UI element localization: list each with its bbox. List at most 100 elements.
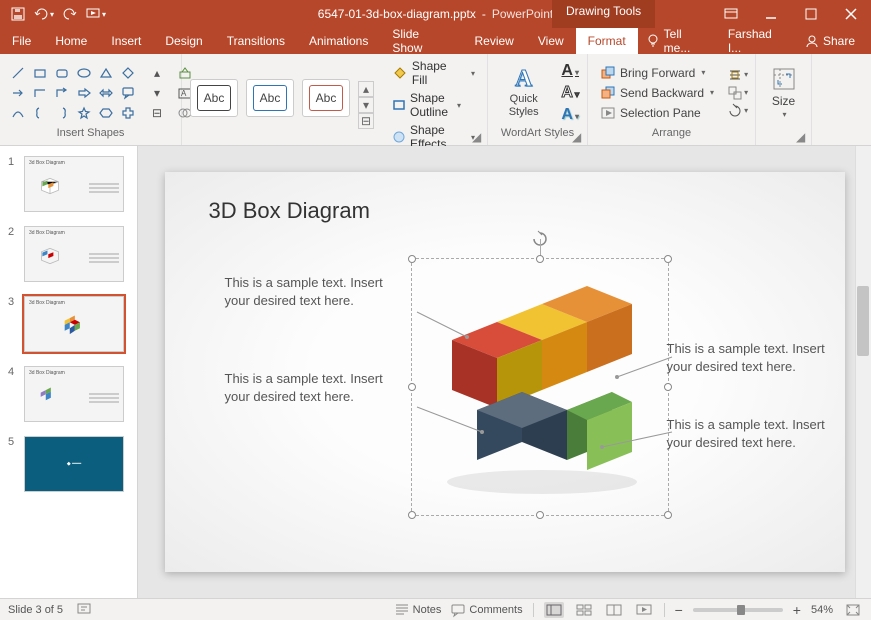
- slide-editor[interactable]: 3D Box Diagram: [138, 146, 871, 598]
- tab-design[interactable]: Design: [153, 28, 214, 54]
- slide-thumb-4[interactable]: 3d Box Diagram: [24, 366, 124, 422]
- notes-button[interactable]: Notes: [395, 604, 442, 616]
- tab-format[interactable]: Format: [576, 28, 638, 54]
- callout-text-tl[interactable]: This is a sample text. Insert your desir…: [225, 274, 385, 309]
- dialog-launcher-icon[interactable]: ◢: [796, 130, 808, 142]
- style-gallery-down[interactable]: ▾: [358, 97, 374, 113]
- shape-diamond-icon[interactable]: [118, 64, 138, 82]
- shape-curve-icon[interactable]: [8, 104, 28, 122]
- style-preset-2[interactable]: Abc: [246, 79, 294, 117]
- resize-handle[interactable]: [408, 511, 416, 519]
- fit-to-window-button[interactable]: [843, 602, 863, 618]
- dialog-launcher-icon[interactable]: ◢: [572, 130, 584, 142]
- style-preset-1[interactable]: Abc: [190, 79, 238, 117]
- account-name[interactable]: Farshad I...: [720, 28, 793, 54]
- slideshow-view-button[interactable]: [634, 602, 654, 618]
- resize-handle[interactable]: [408, 383, 416, 391]
- size-button[interactable]: Size▾: [764, 66, 803, 119]
- slide-thumb-1[interactable]: 3d Box Diagram: [24, 156, 124, 212]
- shape-plus-icon[interactable]: [118, 104, 138, 122]
- style-gallery-up[interactable]: ▴: [358, 81, 374, 97]
- shape-block-arrow-icon[interactable]: [74, 84, 94, 102]
- zoom-slider[interactable]: [693, 608, 783, 612]
- shape-elbow-arrow-icon[interactable]: [52, 84, 72, 102]
- start-slideshow-button[interactable]: ▾: [84, 2, 108, 26]
- rotate-button[interactable]: ▾: [730, 103, 746, 119]
- resize-handle[interactable]: [664, 255, 672, 263]
- shape-rect-icon[interactable]: [30, 64, 50, 82]
- comments-button[interactable]: Comments: [451, 604, 522, 616]
- shape-double-arrow-icon[interactable]: [96, 84, 116, 102]
- resize-handle[interactable]: [536, 255, 544, 263]
- close-button[interactable]: [831, 0, 871, 28]
- zoom-out-button[interactable]: −: [675, 602, 683, 618]
- normal-view-button[interactable]: [544, 602, 564, 618]
- shape-hexagon-icon[interactable]: [96, 104, 116, 122]
- align-button[interactable]: ▾: [730, 67, 746, 83]
- tab-view[interactable]: View: [526, 28, 576, 54]
- gallery-more-button[interactable]: ⊟: [148, 104, 166, 122]
- group-button[interactable]: ▾: [730, 85, 746, 101]
- callout-text-br[interactable]: This is a sample text. Insert your desir…: [667, 416, 827, 451]
- vertical-scrollbar[interactable]: [855, 146, 871, 598]
- style-preset-3[interactable]: Abc: [302, 79, 350, 117]
- maximize-button[interactable]: [791, 0, 831, 28]
- tab-file[interactable]: File: [0, 28, 43, 54]
- tell-me-search[interactable]: Tell me...: [638, 28, 716, 54]
- gallery-down-button[interactable]: ▾: [148, 84, 166, 102]
- text-fill-button[interactable]: A▾: [561, 62, 579, 80]
- selection-pane-button[interactable]: Selection Pane: [596, 104, 718, 122]
- share-button[interactable]: Share: [797, 28, 863, 54]
- shape-fill-button[interactable]: Shape Fill▾: [388, 58, 479, 88]
- shape-callout-icon[interactable]: [118, 84, 138, 102]
- tab-insert[interactable]: Insert: [99, 28, 153, 54]
- tab-slideshow[interactable]: Slide Show: [380, 28, 462, 54]
- shape-oval-icon[interactable]: [74, 64, 94, 82]
- slide-canvas[interactable]: 3D Box Diagram: [165, 172, 845, 572]
- shape-brace2-icon[interactable]: [52, 104, 72, 122]
- shape-line-icon[interactable]: [8, 64, 28, 82]
- shapes-gallery[interactable]: [8, 64, 138, 122]
- minimize-button[interactable]: [751, 0, 791, 28]
- shape-round-rect-icon[interactable]: [52, 64, 72, 82]
- save-button[interactable]: [6, 2, 30, 26]
- scrollbar-thumb[interactable]: [857, 286, 869, 356]
- tab-review[interactable]: Review: [463, 28, 526, 54]
- zoom-level[interactable]: 54%: [811, 604, 833, 616]
- cube-diagram[interactable]: [427, 282, 657, 502]
- spell-check-icon[interactable]: [77, 601, 91, 618]
- shape-star-icon[interactable]: [74, 104, 94, 122]
- resize-handle[interactable]: [664, 511, 672, 519]
- redo-button[interactable]: [58, 2, 82, 26]
- resize-handle[interactable]: [536, 511, 544, 519]
- callout-text-bl[interactable]: This is a sample text. Insert your desir…: [225, 370, 385, 405]
- slide-thumb-5[interactable]: ◆ ━━━: [24, 436, 124, 492]
- quick-styles-button[interactable]: A Quick Styles: [496, 67, 551, 117]
- reading-view-button[interactable]: [604, 602, 624, 618]
- shape-elbow-icon[interactable]: [30, 84, 50, 102]
- slide-thumb-3[interactable]: 3d Box Diagram: [24, 296, 124, 352]
- ribbon-options-button[interactable]: [711, 0, 751, 28]
- zoom-slider-knob[interactable]: [737, 605, 745, 615]
- slide-thumb-2[interactable]: 3d Box Diagram: [24, 226, 124, 282]
- send-backward-button[interactable]: Send Backward▾: [596, 84, 718, 102]
- shape-brace-icon[interactable]: [30, 104, 50, 122]
- shape-style-gallery[interactable]: Abc Abc Abc ▴ ▾ ⊟: [190, 79, 374, 131]
- shape-triangle-icon[interactable]: [96, 64, 116, 82]
- bring-forward-button[interactable]: Bring Forward▾: [596, 64, 718, 82]
- text-effects-button[interactable]: A▾: [561, 106, 579, 124]
- shape-outline-button[interactable]: Shape Outline▾: [388, 90, 479, 120]
- slide-counter[interactable]: Slide 3 of 5: [8, 604, 63, 616]
- gallery-up-button[interactable]: ▴: [148, 64, 166, 82]
- slide-thumbnail-panel[interactable]: 13d Box Diagram 23d Box Diagram 33d Box …: [0, 146, 138, 598]
- dialog-launcher-icon[interactable]: ◢: [472, 130, 484, 142]
- shape-arrow-icon[interactable]: [8, 84, 28, 102]
- zoom-in-button[interactable]: +: [793, 602, 801, 618]
- undo-button[interactable]: ▾: [32, 2, 56, 26]
- tab-home[interactable]: Home: [43, 28, 99, 54]
- tab-transitions[interactable]: Transitions: [215, 28, 297, 54]
- resize-handle[interactable]: [408, 255, 416, 263]
- tab-animations[interactable]: Animations: [297, 28, 380, 54]
- slide-title-text[interactable]: 3D Box Diagram: [209, 198, 370, 224]
- style-gallery-more[interactable]: ⊟: [358, 113, 374, 129]
